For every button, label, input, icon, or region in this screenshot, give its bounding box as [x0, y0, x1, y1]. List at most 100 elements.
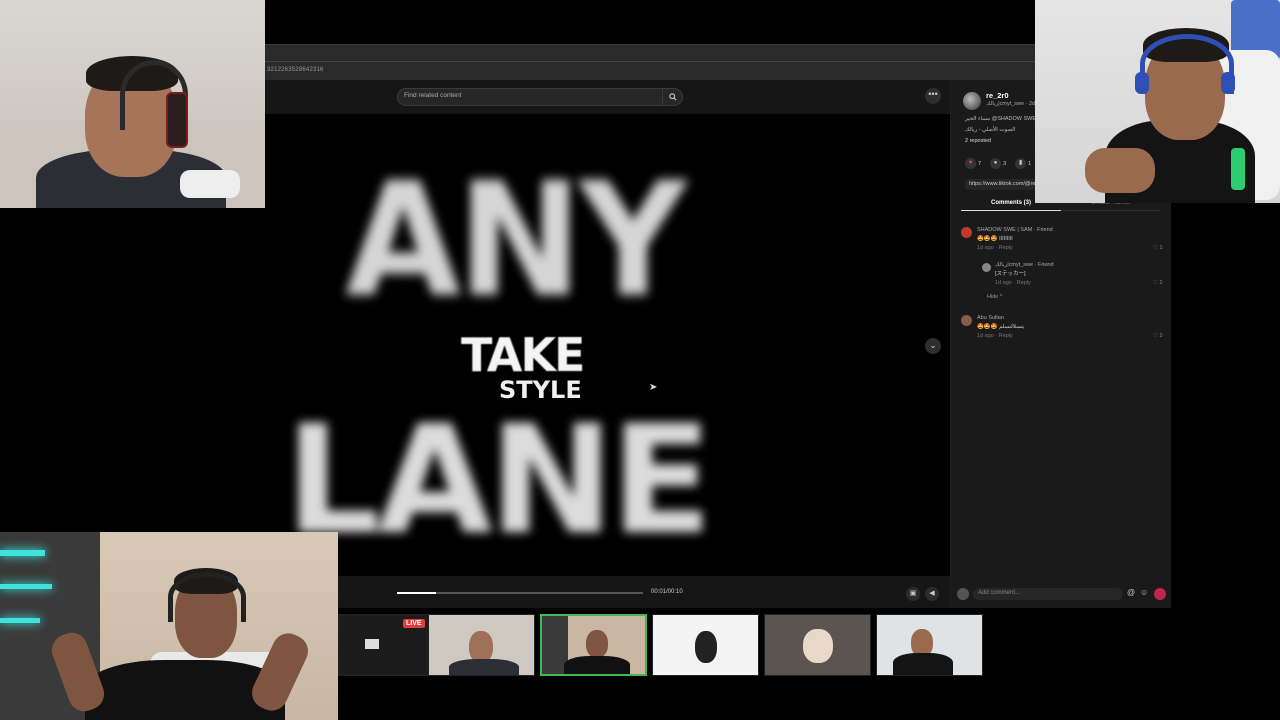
comment-text: 🤩🤩🤩 يتسلالتسلم [977, 324, 1025, 330]
comment-count: 3 [1003, 160, 1007, 167]
hands [1085, 148, 1155, 193]
next-video-button[interactable]: ⌄ [925, 338, 941, 354]
search-input[interactable]: Find related content [404, 92, 461, 99]
reply-button[interactable]: Reply [1017, 280, 1031, 286]
participant-thumbnail[interactable] [428, 614, 535, 676]
participant-thumbnail-selected[interactable] [540, 614, 647, 676]
comment-avatar[interactable] [961, 315, 972, 326]
person-head [586, 630, 608, 658]
comment-text: [ステッカー] [995, 271, 1026, 277]
volume-button[interactable]: ◀ [925, 587, 939, 601]
save-count: 1 [1028, 160, 1032, 167]
avatar-image [803, 629, 833, 663]
progress-fill [397, 592, 437, 594]
comment-item: SHADOW SWE | SAM · Friend 🤩🤩🤩 ااااااااا … [977, 226, 1053, 251]
person-body [564, 656, 630, 674]
send-button[interactable] [1154, 588, 1166, 600]
comment-icon: ● [990, 158, 1002, 169]
headphone-ear [1135, 72, 1149, 94]
participant-thumbnail[interactable] [764, 614, 871, 676]
author-subtitle: ريالك|cmyt_swe · 2d [986, 101, 1036, 107]
author-avatar[interactable] [963, 92, 981, 110]
webcam-top-right [1035, 0, 1280, 203]
neon-light [0, 584, 52, 589]
comment-avatar[interactable] [961, 227, 972, 238]
more-options-button[interactable]: ••• [925, 88, 941, 104]
caption-button[interactable]: ▣ [906, 587, 920, 601]
comment-like-count: 2 [1159, 333, 1163, 339]
participant-strip: LIVE [338, 614, 1038, 676]
comment-time: 1d ago [977, 245, 994, 251]
neon-light [0, 550, 45, 556]
mouse-cursor-icon: ➤ [649, 382, 658, 393]
video-text-take: TAKE [461, 328, 585, 382]
comment-time: 1d ago [977, 333, 994, 339]
person-body [893, 653, 953, 675]
search-button[interactable] [662, 89, 682, 105]
my-avatar [957, 588, 969, 600]
author-name[interactable]: re_2r0 [986, 91, 1009, 100]
webcam-top-left [0, 0, 265, 208]
video-player[interactable]: ANY LANE TAKE STYLE ➤ [265, 114, 950, 576]
video-text-lane: LANE [285, 394, 713, 568]
volume-icon: ◀ [929, 590, 935, 597]
comment-like-count: 2 [1159, 280, 1163, 286]
comment-text: 🤩🤩🤩 ااااااااا [977, 236, 1013, 242]
like-button[interactable]: ♥ 7 [965, 158, 981, 169]
microphone [1231, 148, 1245, 190]
comment-like[interactable]: ♡ 1 [1153, 245, 1163, 251]
hide-replies-link[interactable]: Hide ^ [987, 293, 1002, 302]
emoji-icon: ☺ [1140, 588, 1149, 597]
avatar-silhouette [695, 631, 717, 663]
reply-button[interactable]: Reply [999, 245, 1013, 251]
url-bar[interactable]: 3212263528642316 [267, 67, 324, 73]
comment-author[interactable]: Abu Sultan [977, 314, 1024, 323]
headset-icon [168, 572, 246, 622]
reply-button[interactable]: Reply [999, 333, 1013, 339]
at-icon: @ [1127, 588, 1136, 597]
headset-icon [1140, 34, 1234, 94]
action-row: ♥ 7 ● 3 ▮ 1 [965, 158, 1031, 169]
progress-bar[interactable] [397, 592, 643, 594]
emoji-button[interactable]: ☺ [1140, 588, 1148, 597]
comment-input[interactable]: Add comment... [973, 588, 1123, 600]
video-text-any: ANY [345, 149, 687, 333]
bookmark-icon: ▮ [1015, 158, 1027, 169]
comment-author[interactable]: ريالك|cmyt_swe · Friend [995, 261, 1054, 270]
comment-like[interactable]: ♡ 2 [1153, 280, 1163, 286]
comment-button[interactable]: ● 3 [990, 158, 1006, 169]
time-display: 00:01/00:10 [651, 589, 683, 595]
tab-comments[interactable]: Comments (3) [991, 200, 1031, 206]
like-count: 7 [978, 160, 982, 167]
participant-thumbnail[interactable] [876, 614, 983, 676]
live-badge: LIVE [403, 619, 425, 628]
comment-like-count: 1 [1159, 245, 1163, 251]
browser-toolbar: 3212263528642316 [265, 44, 1035, 80]
video-text-style: STYLE [499, 376, 582, 404]
comment-reply-item: ريالك|cmyt_swe · Friend [ステッカー] 1d ago ·… [995, 261, 1054, 286]
headphone-ear [166, 92, 188, 148]
participant-thumbnail[interactable] [652, 614, 759, 676]
active-tab-indicator [961, 210, 1061, 211]
neon-light [0, 618, 40, 623]
save-button[interactable]: ▮ 1 [1015, 158, 1031, 169]
webcam-bottom-left [0, 532, 338, 720]
comment-time: 1d ago [995, 280, 1012, 286]
video-controls: 00:01/00:10 ▣ ◀ [265, 580, 950, 608]
comment-item: Abu Sultan 🤩🤩🤩 يتسلالتسلم 1d ago · Reply [977, 314, 1025, 339]
person-body [449, 659, 519, 675]
ellipsis-icon: ••• [928, 89, 938, 99]
mention-button[interactable]: @ [1127, 588, 1135, 597]
comment-composer: Add comment... @ ☺ [951, 582, 1172, 604]
screen-icon [365, 639, 379, 649]
search-icon [668, 93, 677, 101]
search-field[interactable]: Find related content [397, 88, 683, 106]
headphone-ear [1221, 72, 1235, 94]
caption-icon: ▣ [909, 590, 917, 597]
microphone [180, 170, 240, 198]
chevron-down-icon: ⌄ [929, 340, 937, 350]
comment-author[interactable]: SHADOW SWE | SAM · Friend [977, 226, 1053, 235]
comment-avatar[interactable] [982, 263, 991, 272]
comment-like[interactable]: ♡ 2 [1153, 333, 1163, 339]
heart-icon: ♥ [965, 158, 976, 169]
